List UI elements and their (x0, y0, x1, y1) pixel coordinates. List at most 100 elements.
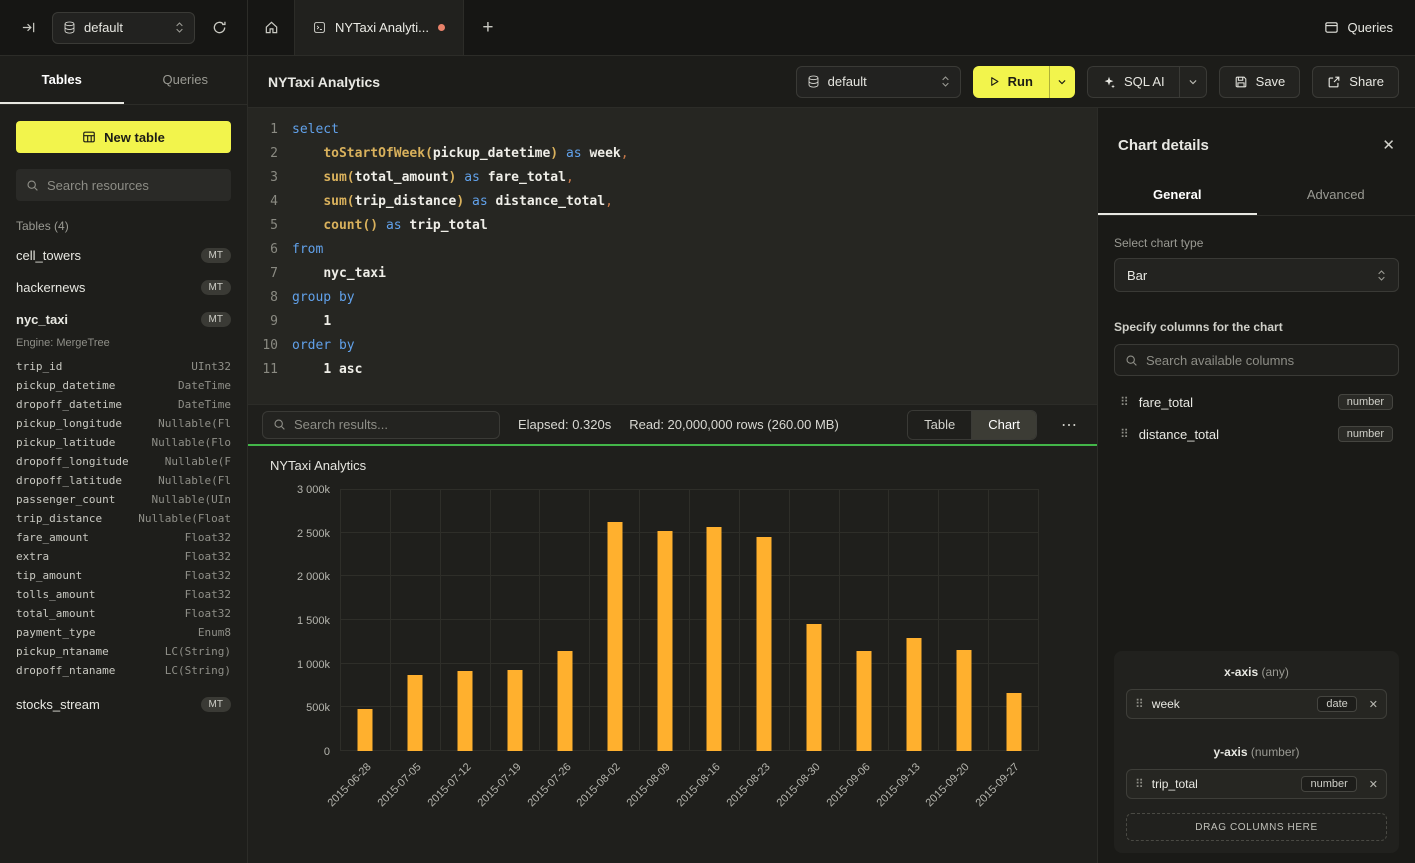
sql-editor[interactable]: 1234567891011 select toStartOfWeek(picku… (248, 108, 1097, 404)
available-columns-list: ⠿fare_totalnumber⠿distance_totalnumber (1114, 386, 1399, 450)
query-tab-nytaxi[interactable]: NYTaxi Analyti... (294, 0, 464, 55)
column-payment_type[interactable]: payment_typeEnum8 (0, 623, 247, 642)
bar-2015-09-06[interactable] (857, 651, 872, 751)
column-fare_amount[interactable]: fare_amountFloat32 (0, 528, 247, 547)
resources-search-input[interactable] (47, 178, 221, 193)
column-pickup_latitude[interactable]: pickup_latitudeNullable(Flo (0, 433, 247, 452)
resources-search[interactable] (16, 169, 231, 201)
chevron-down-icon (1188, 77, 1198, 87)
sql-ai-button[interactable]: SQL AI (1087, 66, 1179, 98)
tab-advanced[interactable]: Advanced (1257, 176, 1415, 215)
remove-column-button[interactable]: ✕ (1369, 698, 1378, 711)
more-options-button[interactable]: ⋯ (1055, 415, 1083, 435)
axis-chip-trip_total[interactable]: ⠿trip_totalnumber✕ (1126, 769, 1387, 799)
axis-config-box: x-axis (any) ⠿weekdate✕ y-axis (number) … (1114, 651, 1399, 853)
drag-handle-icon[interactable]: ⠿ (1120, 427, 1129, 441)
results-search-input[interactable] (294, 417, 489, 432)
y-tick-label: 2 500k (275, 528, 330, 540)
sql-ai-options-button[interactable] (1179, 66, 1207, 98)
column-type-badge: number (1338, 426, 1393, 442)
run-options-button[interactable] (1049, 66, 1075, 98)
bar-2015-06-28[interactable] (358, 709, 373, 751)
x-tick-label: 2015-08-02 (575, 761, 623, 809)
column-total_amount[interactable]: total_amountFloat32 (0, 604, 247, 623)
drag-handle-icon[interactable]: ⠿ (1135, 777, 1144, 791)
share-button[interactable]: Share (1312, 66, 1399, 98)
columns-search[interactable] (1114, 344, 1399, 376)
view-chart-button[interactable]: Chart (971, 411, 1036, 439)
columns-search-input[interactable] (1146, 353, 1388, 368)
code-line: toStartOfWeek(pickup_datetime) as week, (292, 142, 1097, 166)
column-pickup_longitude[interactable]: pickup_longitudeNullable(Fl (0, 414, 247, 433)
chip-type-badge: date (1317, 696, 1356, 712)
column-dropoff_longitude[interactable]: dropoff_longitudeNullable(F (0, 452, 247, 471)
bar-2015-08-16[interactable] (707, 527, 722, 751)
collapse-sidebar-icon (21, 20, 36, 35)
column-pickup_ntaname[interactable]: pickup_ntanameLC(String) (0, 642, 247, 661)
table-item-cell_towers[interactable]: cell_towersMT (0, 239, 247, 271)
remove-column-button[interactable]: ✕ (1369, 778, 1378, 791)
bar-2015-07-26[interactable] (557, 651, 572, 751)
view-table-button[interactable]: Table (908, 411, 971, 439)
x-tick-label: 2015-08-30 (774, 761, 822, 809)
table-item-stocks_stream[interactable]: stocks_streamMT (0, 688, 247, 720)
bar-2015-08-23[interactable] (757, 537, 772, 751)
topbar-database-selector[interactable]: default (52, 12, 195, 44)
bar-2015-09-13[interactable] (906, 638, 921, 751)
bar-2015-08-02[interactable] (607, 522, 622, 751)
code-line: count() as trip_total (292, 214, 1097, 238)
drop-zone[interactable]: DRAG COLUMNS HERE (1126, 813, 1387, 841)
refresh-button[interactable] (205, 14, 233, 42)
column-extra[interactable]: extraFloat32 (0, 547, 247, 566)
bar-2015-07-05[interactable] (408, 675, 423, 751)
y-tick-label: 500k (275, 702, 330, 714)
queries-button[interactable]: Queries (1324, 20, 1393, 35)
bar-2015-09-20[interactable] (956, 650, 971, 751)
close-panel-button[interactable]: ✕ (1382, 136, 1395, 154)
bar-2015-07-19[interactable] (508, 670, 523, 751)
column-name: pickup_latitude (16, 436, 115, 449)
available-column-distance_total[interactable]: ⠿distance_totalnumber (1114, 418, 1399, 450)
results-search[interactable] (262, 411, 500, 439)
column-tolls_amount[interactable]: tolls_amountFloat32 (0, 585, 247, 604)
run-button[interactable]: Run (973, 66, 1049, 98)
drag-handle-icon[interactable]: ⠿ (1120, 395, 1129, 409)
column-passenger_count[interactable]: passenger_countNullable(UIn (0, 490, 247, 509)
sidebar-tab-queries[interactable]: Queries (124, 56, 248, 104)
query-database-selector[interactable]: default (796, 66, 961, 98)
column-trip_id[interactable]: trip_idUInt32 (0, 357, 247, 376)
tab-general[interactable]: General (1098, 176, 1257, 215)
column-tip_amount[interactable]: tip_amountFloat32 (0, 566, 247, 585)
column-dropoff_ntaname[interactable]: dropoff_ntanameLC(String) (0, 661, 247, 680)
x-tick-label: 2015-06-28 (326, 761, 374, 809)
column-name: trip_id (16, 360, 62, 373)
chart-slot: 2015-08-16 (689, 489, 739, 751)
bar-2015-08-30[interactable] (807, 624, 822, 751)
new-table-button[interactable]: New table (16, 121, 231, 153)
bar-2015-07-12[interactable] (458, 671, 473, 751)
bar-2015-08-09[interactable] (657, 531, 672, 751)
table-item-hackernews[interactable]: hackernewsMT (0, 271, 247, 303)
line-number: 6 (248, 238, 278, 262)
column-dropoff_latitude[interactable]: dropoff_latitudeNullable(Fl (0, 471, 247, 490)
column-dropoff_datetime[interactable]: dropoff_datetimeDateTime (0, 395, 247, 414)
drag-handle-icon[interactable]: ⠿ (1135, 697, 1144, 711)
home-button[interactable] (248, 0, 294, 55)
editor-code[interactable]: select toStartOfWeek(pickup_datetime) as… (292, 118, 1097, 404)
y-tick-label: 3 000k (275, 484, 330, 496)
save-button[interactable]: Save (1219, 66, 1301, 98)
bar-2015-09-27[interactable] (1006, 693, 1021, 751)
column-pickup_datetime[interactable]: pickup_datetimeDateTime (0, 376, 247, 395)
table-name: cell_towers (16, 248, 81, 263)
available-column-fare_total[interactable]: ⠿fare_totalnumber (1114, 386, 1399, 418)
table-item-nyc_taxi[interactable]: nyc_taxiMT (0, 303, 247, 335)
columns-section-label: Specify columns for the chart (1114, 320, 1399, 334)
tables-section-label: Tables (4) (0, 201, 247, 239)
sidebar-tab-tables[interactable]: Tables (0, 56, 124, 104)
database-icon (807, 75, 820, 88)
new-tab-button[interactable]: + (474, 14, 502, 42)
column-trip_distance[interactable]: trip_distanceNullable(Float (0, 509, 247, 528)
axis-chip-week[interactable]: ⠿weekdate✕ (1126, 689, 1387, 719)
collapse-sidebar-button[interactable] (14, 14, 42, 42)
chart-type-select[interactable]: Bar (1114, 258, 1399, 292)
